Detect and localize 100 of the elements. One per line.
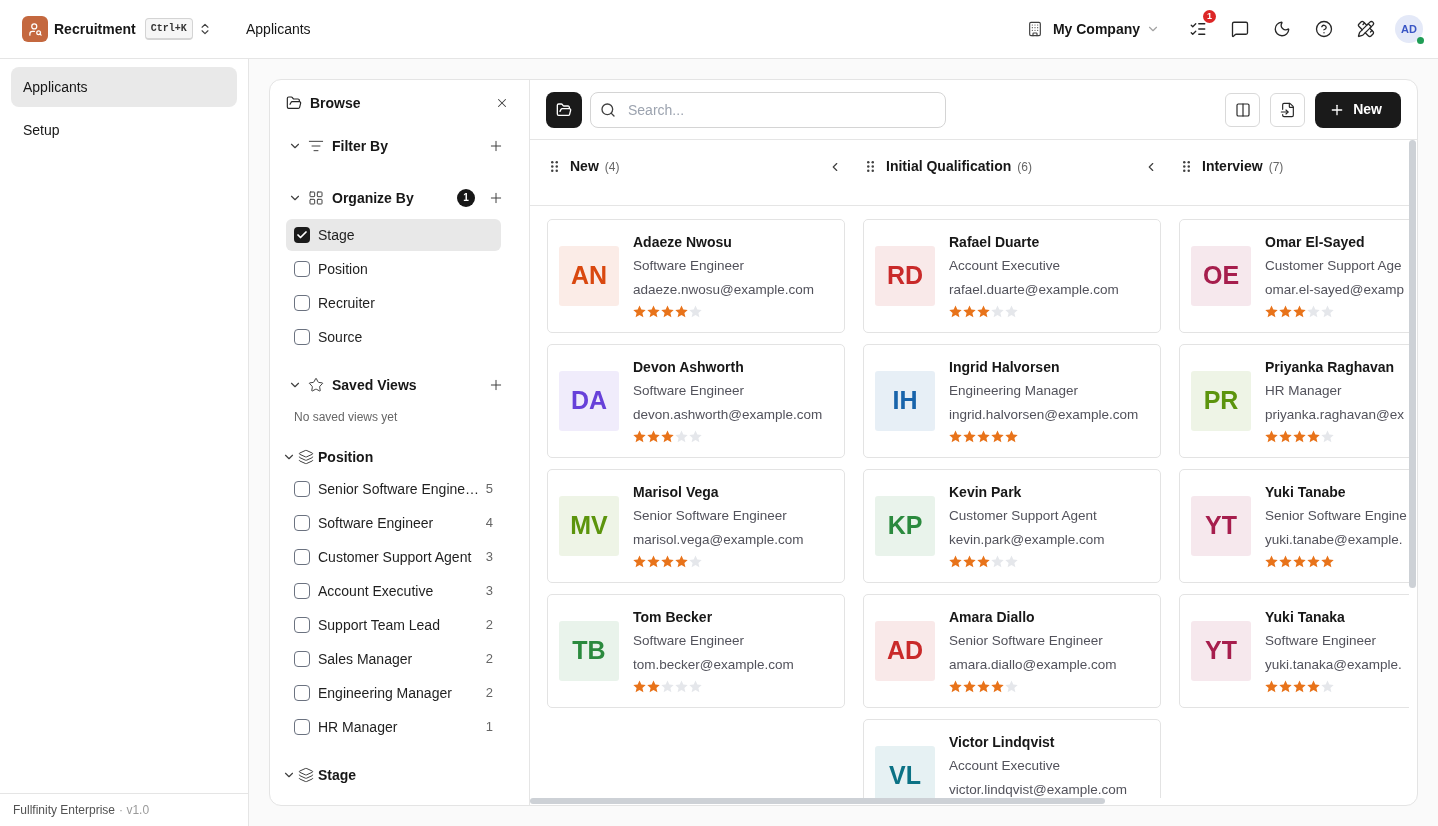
initials-avatar: OE (1191, 246, 1251, 306)
checklist-icon[interactable] (1189, 20, 1207, 38)
applicant-position: Software Engineer (1265, 632, 1378, 650)
moon-icon[interactable] (1273, 20, 1291, 38)
option-count: 2 (485, 684, 493, 703)
applicant-card[interactable]: KP Kevin Park Customer Support Agent kevin.park@example.com (863, 469, 1161, 583)
star-icon (1265, 305, 1278, 318)
add-icon[interactable] (488, 138, 504, 154)
close-icon[interactable] (495, 96, 509, 110)
option-count: 5 (485, 480, 493, 499)
star-icon (1005, 430, 1018, 443)
option-label: Account Executive (318, 581, 435, 601)
app-name: Recruitment (54, 19, 136, 39)
star-icon (1265, 680, 1278, 693)
star-icon (633, 555, 646, 568)
column-title: Initial Qualification (886, 157, 1012, 176)
option-label: Sales Manager (318, 649, 414, 669)
applicant-name: Adaeze Nwosu (633, 233, 733, 252)
applicant-name: Marisol Vega (633, 483, 720, 502)
applicant-card[interactable]: OE Omar El-Sayed Customer Support Age omar.el-sayed@examp (1179, 219, 1409, 333)
checkbox[interactable] (294, 549, 310, 565)
applicant-card[interactable]: AN Adaeze Nwosu Software Engineer adaeze.nwosu@example.com (547, 219, 845, 333)
new-button[interactable]: New (1315, 91, 1401, 128)
help-icon[interactable] (1315, 20, 1333, 38)
user-avatar[interactable]: AD (1395, 15, 1423, 43)
pencil-ruler-icon[interactable] (1357, 20, 1375, 38)
applicant-card[interactable]: TB Tom Becker Software Engineer tom.becker@example.com (547, 594, 845, 708)
checkbox[interactable] (294, 261, 310, 277)
star-icon (949, 305, 962, 318)
add-icon[interactable] (488, 190, 504, 206)
checkbox[interactable] (294, 227, 310, 243)
checkbox[interactable] (294, 685, 310, 701)
section-title: Filter By (332, 136, 388, 156)
star-icon (963, 555, 976, 568)
applicant-card[interactable]: DA Devon Ashworth Software Engineer devon.ashworth@example.com (547, 344, 845, 458)
star-icon (633, 680, 646, 693)
column-layout-button[interactable] (1225, 92, 1261, 127)
star-icon (647, 680, 660, 693)
option-count: 3 (485, 548, 493, 567)
app-logo-icon[interactable] (22, 16, 48, 42)
search-field[interactable]: Search... (590, 91, 946, 128)
applicant-card[interactable]: VL Victor Lindqvist Account Executive victor.lindqvist@example.com (863, 719, 1161, 798)
initials-avatar: IH (875, 371, 935, 431)
browse-toggle-button[interactable] (546, 91, 582, 128)
initials-avatar: AN (559, 246, 619, 306)
star-icon (977, 305, 990, 318)
drag-handle-icon[interactable] (867, 161, 874, 172)
star-icon (633, 305, 646, 318)
nav-item[interactable]: Applicants (11, 67, 237, 107)
add-icon[interactable] (488, 377, 504, 393)
applicant-card[interactable]: YT Yuki Tanaka Software Engineer yuki.tanaka@example. (1179, 594, 1409, 708)
breadcrumb: Applicants (246, 19, 311, 39)
option-count: 2 (485, 650, 493, 669)
applicant-card[interactable]: MV Marisol Vega Senior Software Engineer marisol.vega@example.com (547, 469, 845, 583)
star-icon (977, 555, 990, 568)
star-icon (1279, 555, 1292, 568)
checkbox[interactable] (294, 295, 310, 311)
drag-handle-icon[interactable] (551, 161, 558, 172)
vertical-scrollbar[interactable] (1409, 140, 1416, 588)
checkbox[interactable] (294, 651, 310, 667)
horizontal-scrollbar[interactable] (530, 798, 1105, 804)
company-switcher[interactable]: My Company (1026, 18, 1160, 40)
checkbox[interactable] (294, 583, 310, 599)
option-count: 3 (485, 582, 493, 601)
applicant-email: victor.lindqvist@example.com (949, 781, 1128, 798)
file-arrow-icon (1279, 101, 1296, 118)
applicant-name: Yuki Tanaka (1265, 608, 1346, 627)
column-count: (4) (604, 158, 620, 176)
applicant-email: adaeze.nwosu@example.com (633, 281, 815, 299)
applicant-name: Rafael Duarte (949, 233, 1041, 252)
star-icon (1307, 430, 1320, 443)
checkbox[interactable] (294, 515, 310, 531)
checkbox[interactable] (294, 617, 310, 633)
panel-title: Browse (310, 93, 361, 113)
selected-option-row[interactable]: Stage (286, 219, 501, 251)
star-icon (991, 430, 1004, 443)
applicant-email: yuki.tanabe@example. (1265, 531, 1404, 549)
star-icon (1265, 555, 1278, 568)
checkbox[interactable] (294, 719, 310, 735)
applicant-email: marisol.vega@example.com (633, 531, 804, 549)
applicant-card[interactable]: YT Yuki Tanabe Senior Software Engine yuki.tanabe@example. (1179, 469, 1409, 583)
initials-avatar: DA (559, 371, 619, 431)
building-icon (1026, 21, 1043, 37)
chat-icon[interactable] (1231, 20, 1249, 38)
checkbox[interactable] (294, 329, 310, 345)
option-label: Engineering Manager (318, 683, 453, 703)
import-button[interactable] (1270, 92, 1306, 127)
star-icon (949, 555, 962, 568)
drag-handle-icon[interactable] (1183, 161, 1190, 172)
applicant-card[interactable]: PR Priyanka Raghavan HR Manager priyanka.raghavan@ex (1179, 344, 1409, 458)
star-icon (963, 305, 976, 318)
column-count: (6) (1017, 158, 1032, 176)
section-title: Position (318, 447, 374, 467)
nav-item[interactable]: Setup (11, 110, 237, 150)
applicant-card[interactable]: AD Amara Diallo Senior Software Engineer amara.diallo@example.com (863, 594, 1161, 708)
applicant-email: kevin.park@example.com (949, 531, 1105, 549)
applicant-card[interactable]: IH Ingrid Halvorsen Engineering Manager ingrid.halvorsen@example.com (863, 344, 1161, 458)
applicant-card[interactable]: RD Rafael Duarte Account Executive rafael.duarte@example.com (863, 219, 1161, 333)
applicant-position: Software Engineer (633, 257, 746, 275)
checkbox[interactable] (294, 481, 310, 497)
